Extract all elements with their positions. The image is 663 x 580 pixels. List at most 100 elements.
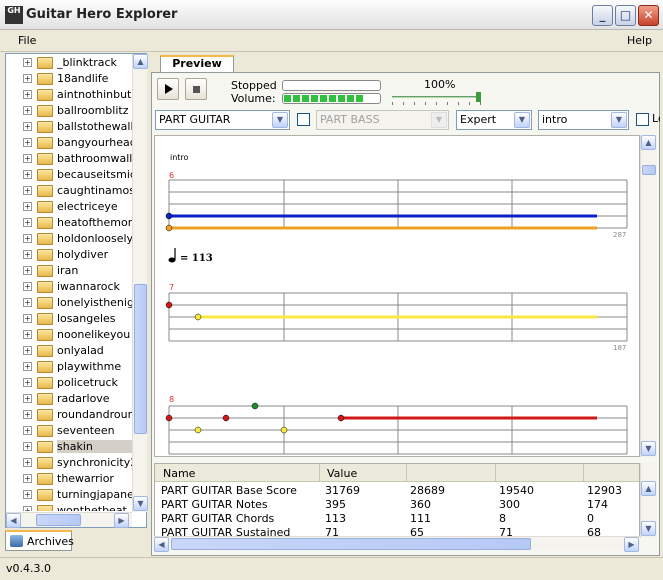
expand-plus-icon[interactable]: + (23, 346, 32, 355)
scroll-down-arrow-icon[interactable]: ▼ (641, 441, 656, 456)
expand-plus-icon[interactable]: + (23, 218, 32, 227)
compare-checkbox[interactable] (297, 113, 310, 126)
expand-plus-icon[interactable]: + (23, 378, 32, 387)
expand-plus-icon[interactable]: + (23, 330, 32, 339)
column-header[interactable]: Value (327, 467, 357, 480)
menu-help[interactable]: Help (627, 34, 652, 47)
part-select[interactable]: PART GUITAR ▼ (155, 110, 290, 130)
tree-item[interactable]: + onlyalad (20, 343, 132, 359)
tree-item[interactable]: + bathroomwall (20, 151, 132, 167)
tree-hscroll[interactable]: ◀ ▶ (6, 512, 132, 528)
column-header[interactable]: Name (163, 467, 195, 480)
expand-plus-icon[interactable]: + (23, 474, 32, 483)
tree-item[interactable]: + _blinktrack (20, 55, 132, 71)
scroll-left-arrow-icon[interactable]: ◀ (6, 513, 21, 528)
grid-vscroll[interactable]: ▲ ▼ (640, 463, 656, 538)
tree-item[interactable]: + radarlove (20, 391, 132, 407)
expand-plus-icon[interactable]: + (23, 154, 32, 163)
position-bar[interactable] (282, 80, 381, 91)
expand-plus-icon[interactable]: + (23, 58, 32, 67)
expand-plus-icon[interactable]: + (23, 122, 32, 131)
expand-plus-icon[interactable]: + (23, 282, 32, 291)
grid-hscroll-thumb[interactable] (171, 538, 531, 550)
slider-thumb[interactable] (476, 92, 481, 102)
expand-plus-icon[interactable]: + (23, 394, 32, 403)
scroll-up-arrow-icon[interactable]: ▲ (641, 135, 656, 150)
tree-item[interactable]: + electriceye (20, 199, 132, 215)
close-button[interactable]: ✕ (638, 5, 659, 26)
section-select[interactable]: intro ▼ (538, 110, 629, 130)
expand-plus-icon[interactable]: + (23, 202, 32, 211)
hscroll-thumb[interactable] (36, 514, 81, 526)
grid-hscroll[interactable]: ◀ ▶ (154, 536, 640, 552)
expand-plus-icon[interactable]: + (23, 170, 32, 179)
scroll-thumb[interactable] (134, 284, 147, 434)
scroll-down-arrow-icon[interactable]: ▼ (133, 496, 148, 511)
tree-item[interactable]: + aintnothinbut (20, 87, 132, 103)
tree-item[interactable]: + playwithme (20, 359, 132, 375)
difficulty-select[interactable]: Expert ▼ (456, 110, 532, 130)
tree-item[interactable]: + ballstothewall (20, 119, 132, 135)
stop-button[interactable] (185, 78, 207, 100)
chart-scroll-thumb[interactable] (642, 165, 656, 175)
tree-item[interactable]: + synchronicity2 (20, 455, 132, 471)
scroll-left-arrow-icon[interactable]: ◀ (154, 537, 169, 552)
tree-item[interactable]: + losangeles (20, 311, 132, 327)
menu-file[interactable]: File (18, 34, 36, 47)
scroll-right-arrow-icon[interactable]: ▶ (114, 513, 129, 528)
tree-item[interactable]: + thewarrior (20, 471, 132, 487)
tree-item[interactable]: + shakin (20, 439, 132, 455)
tree-item[interactable]: + noonelikeyou (20, 327, 132, 343)
expand-plus-icon[interactable]: + (23, 314, 32, 323)
tree-item[interactable]: + heatofthemoment (20, 215, 132, 231)
table-row[interactable]: PART GUITAR Base Score 31769 28689 19540 129… (155, 484, 639, 498)
expand-plus-icon[interactable]: + (23, 426, 32, 435)
lefty-checkbox[interactable] (636, 113, 649, 126)
expand-plus-icon[interactable]: + (23, 410, 32, 419)
maximize-button[interactable]: □ (615, 5, 636, 26)
play-button[interactable] (157, 78, 179, 100)
note-chart-view[interactable]: intro 6 287 = 113 7 187 8 (154, 135, 640, 457)
expand-plus-icon[interactable]: + (23, 362, 32, 371)
tree-item[interactable]: + policetruck (20, 375, 132, 391)
scroll-up-arrow-icon[interactable]: ▲ (133, 54, 148, 69)
tree-item[interactable]: + lonelyisthenight (20, 295, 132, 311)
tree-item[interactable]: + holdonloosely (20, 231, 132, 247)
table-row[interactable]: PART GUITAR Chords 113 111 8 0 (155, 512, 639, 526)
expand-plus-icon[interactable]: + (23, 234, 32, 243)
scroll-up-arrow-icon[interactable]: ▲ (641, 481, 656, 496)
tree-item[interactable]: + roundandround (20, 407, 132, 423)
table-row[interactable]: PART GUITAR Notes 395 360 300 174 (155, 498, 639, 512)
tab-preview[interactable]: Preview (160, 55, 234, 73)
tree-item[interactable]: + iwannarock (20, 279, 132, 295)
expand-plus-icon[interactable]: + (23, 106, 32, 115)
tree-item[interactable]: + caughtinamosh (20, 183, 132, 199)
scroll-down-arrow-icon[interactable]: ▼ (641, 521, 656, 536)
tree-item[interactable]: +18andlife (20, 71, 132, 87)
expand-plus-icon[interactable]: + (23, 490, 32, 499)
scroll-right-arrow-icon[interactable]: ▶ (624, 537, 639, 552)
tree-item[interactable]: + iran (20, 263, 132, 279)
expand-plus-icon[interactable]: + (23, 138, 32, 147)
tree-item[interactable]: + bangyourhead (20, 135, 132, 151)
expand-plus-icon[interactable]: + (23, 90, 32, 99)
expand-plus-icon[interactable]: + (23, 298, 32, 307)
expand-plus-icon[interactable]: + (23, 74, 32, 83)
tab-archives[interactable]: Archives (5, 530, 74, 551)
tree-item[interactable]: + becauseitsmidnite (20, 167, 132, 183)
zoom-slider[interactable] (392, 92, 481, 106)
expand-plus-icon[interactable]: + (23, 506, 32, 511)
expand-plus-icon[interactable]: + (23, 458, 32, 467)
expand-plus-icon[interactable]: + (23, 250, 32, 259)
tree-item[interactable]: + turningjapanese (20, 487, 132, 503)
tree-item[interactable]: + holydiver (20, 247, 132, 263)
volume-bar[interactable] (282, 93, 381, 104)
tree-item[interactable]: + wonthetbeat (20, 503, 132, 511)
tree-item[interactable]: + ballroomblitz (20, 103, 132, 119)
expand-plus-icon[interactable]: + (23, 266, 32, 275)
tree-item[interactable]: + seventeen (20, 423, 132, 439)
expand-plus-icon[interactable]: + (23, 442, 32, 451)
expand-plus-icon[interactable]: + (23, 186, 32, 195)
chart-vscroll[interactable]: ▲ ▼ (640, 135, 656, 457)
minimize-button[interactable]: _ (592, 5, 613, 26)
